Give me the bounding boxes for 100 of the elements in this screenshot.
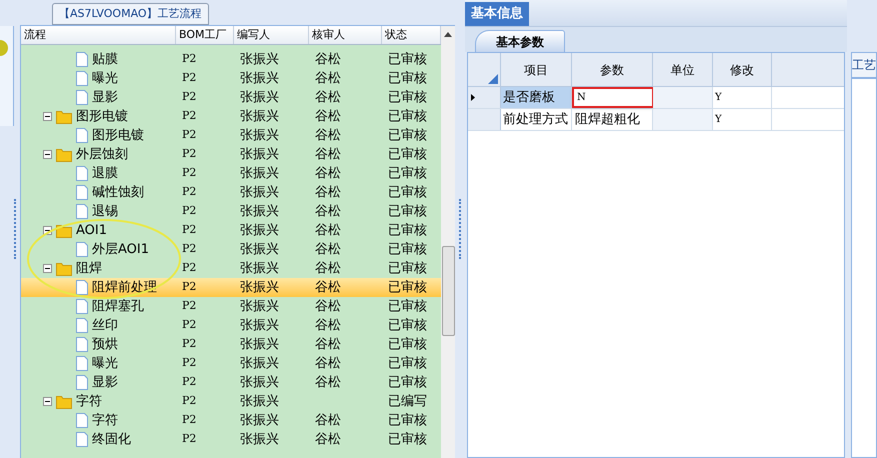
table-cell-text: 张振兴 bbox=[239, 412, 280, 430]
table-cell-text: 张振兴 bbox=[239, 126, 280, 145]
table-cell-text: P2 bbox=[181, 355, 198, 372]
tree-row[interactable]: 阻焊塞孔 P2 张振兴 谷松 已审核 bbox=[21, 297, 441, 316]
table-cell-text: P2 bbox=[181, 412, 198, 428]
table-cell-text: P2 bbox=[181, 279, 198, 296]
table-cell-text: 张振兴 bbox=[239, 374, 280, 392]
table-cell-text: P2 bbox=[181, 336, 198, 352]
file-icon bbox=[76, 318, 88, 333]
column-header[interactable]: 流程 bbox=[21, 26, 176, 44]
table-cell-text: P2 bbox=[181, 108, 198, 124]
minus-icon[interactable] bbox=[43, 264, 52, 273]
table-cell-text: 已审核 bbox=[387, 222, 428, 240]
tree-label: 外层蚀刻 bbox=[76, 146, 128, 164]
tree-label: 贴膜 bbox=[92, 50, 118, 69]
file-icon bbox=[76, 356, 88, 371]
tree-row[interactable]: 曝光 P2 张振兴 谷松 已审核 bbox=[21, 69, 441, 88]
table-cell-text: 谷松 bbox=[314, 70, 342, 88]
file-icon bbox=[76, 432, 88, 447]
column-header[interactable]: BOM工厂 bbox=[176, 26, 234, 44]
table-cell-text: 已审核 bbox=[387, 260, 428, 278]
table-cell-text: 谷松 bbox=[314, 126, 342, 145]
tree-row[interactable]: 终固化 P2 张振兴 谷松 已审核 bbox=[21, 430, 441, 449]
tree-label: 终固化 bbox=[92, 430, 131, 449]
minus-icon[interactable] bbox=[43, 150, 52, 159]
file-icon bbox=[76, 128, 88, 143]
table-cell-text: 已审核 bbox=[387, 146, 428, 164]
tree-row[interactable]: 贴膜 P2 张振兴 谷松 已审核 bbox=[21, 50, 441, 69]
panel-tab[interactable]: 【AS7LVOOMAO】工艺流程 bbox=[52, 3, 209, 25]
tree-row[interactable]: 图形电镀 P2 张振兴 谷松 已审核 bbox=[21, 107, 441, 126]
splitter-handle[interactable] bbox=[14, 199, 17, 259]
tree-row[interactable]: 外层蚀刻 P2 张振兴 谷松 已审核 bbox=[21, 145, 441, 164]
tree-row[interactable]: AOI1 P2 张振兴 谷松 已审核 bbox=[21, 221, 441, 240]
table-cell: Y bbox=[713, 87, 772, 108]
row-header[interactable] bbox=[468, 87, 501, 108]
param-tab[interactable]: 基本参数 bbox=[475, 30, 565, 52]
scrollbar[interactable] bbox=[441, 26, 455, 458]
table-cell-text: 张振兴 bbox=[239, 336, 280, 354]
tree-row[interactable]: 丝印 P2 张振兴 谷松 已审核 bbox=[21, 316, 441, 335]
column-header[interactable]: 核审人 bbox=[309, 26, 382, 44]
tree-row[interactable]: 外层AOI1 P2 张振兴 谷松 已审核 bbox=[21, 240, 441, 259]
table-cell-text: 张振兴 bbox=[239, 260, 280, 278]
tree-row[interactable]: 退膜 P2 张振兴 谷松 已审核 bbox=[21, 164, 441, 183]
tree-row[interactable]: 碱性蚀刻 P2 张振兴 谷松 已审核 bbox=[21, 183, 441, 202]
table-cell-text: P2 bbox=[181, 222, 198, 238]
table-cell-text: 已审核 bbox=[387, 298, 428, 316]
info-tab[interactable]: 基本信息 bbox=[465, 2, 529, 26]
tree-row[interactable]: 图形电镀 P2 张振兴 谷松 已审核 bbox=[21, 126, 441, 145]
table-cell-text: 已审核 bbox=[387, 70, 428, 88]
table-cell[interactable]: N bbox=[572, 87, 653, 108]
tree-label: 曝光 bbox=[92, 354, 118, 373]
tree-row[interactable]: 阻焊 P2 张振兴 谷松 已审核 bbox=[21, 259, 441, 278]
minus-icon[interactable] bbox=[43, 397, 52, 406]
scroll-up-icon[interactable] bbox=[444, 32, 452, 37]
table-cell-text: 已审核 bbox=[387, 164, 428, 183]
tree-label: 图形电镀 bbox=[76, 108, 128, 126]
table-cell-text: 谷松 bbox=[314, 146, 342, 164]
file-icon bbox=[76, 299, 88, 314]
table-cell-text: 张振兴 bbox=[239, 278, 280, 297]
column-header[interactable]: 单位 bbox=[653, 53, 713, 86]
file-icon bbox=[76, 204, 88, 219]
file-icon bbox=[76, 337, 88, 352]
table-cell-text: 已审核 bbox=[387, 316, 428, 335]
column-header[interactable]: 编写人 bbox=[234, 26, 309, 44]
tree-row[interactable]: 字符 P2 张振兴 谷松 已审核 bbox=[21, 411, 441, 430]
tree-label: 丝印 bbox=[92, 316, 118, 335]
tree-label: 阻焊 bbox=[76, 260, 102, 278]
file-icon bbox=[76, 375, 88, 390]
table-cell: 是否磨板 bbox=[501, 87, 572, 108]
tree-row[interactable]: 显影 P2 张振兴 谷松 已审核 bbox=[21, 88, 441, 107]
tree-row[interactable]: 字符 P2 张振兴 已编写 bbox=[21, 392, 441, 411]
table-cell-text: 谷松 bbox=[314, 430, 342, 449]
tree-row[interactable]: 预烘 P2 张振兴 谷松 已审核 bbox=[21, 335, 441, 354]
table-cell-text: 已审核 bbox=[387, 126, 428, 145]
table-cell-text: 谷松 bbox=[314, 412, 342, 430]
table-cell-text: 谷松 bbox=[314, 336, 342, 354]
table-cell-text: 张振兴 bbox=[239, 184, 280, 202]
table-cell-text: 谷松 bbox=[314, 164, 342, 183]
table-cell-text: P2 bbox=[181, 51, 198, 68]
table-cell-text: 已审核 bbox=[387, 184, 428, 202]
table-cell-text: P2 bbox=[181, 317, 198, 334]
tree-label: 外层AOI1 bbox=[92, 240, 150, 259]
table-cell-text: 已审核 bbox=[387, 88, 428, 107]
table-cell-text: 已审核 bbox=[387, 336, 428, 354]
scrollbar-thumb[interactable] bbox=[442, 246, 454, 336]
column-header[interactable]: 项目 bbox=[501, 53, 572, 86]
minus-icon[interactable] bbox=[43, 112, 52, 121]
tree-row[interactable]: 曝光 P2 张振兴 谷松 已审核 bbox=[21, 354, 441, 373]
tree-label: 碱性蚀刻 bbox=[92, 184, 144, 202]
tree-label: 字符 bbox=[92, 412, 118, 430]
folder-icon bbox=[56, 394, 72, 408]
splitter-handle[interactable] bbox=[458, 199, 462, 259]
column-header[interactable]: 修改 bbox=[713, 53, 772, 86]
column-header[interactable]: 参数 bbox=[572, 53, 653, 86]
file-icon bbox=[76, 71, 88, 86]
tree-row[interactable]: 显影 P2 张振兴 谷松 已审核 bbox=[21, 373, 441, 392]
folder-icon bbox=[56, 148, 72, 162]
tree-label: 退锡 bbox=[92, 202, 118, 221]
file-icon bbox=[76, 242, 88, 257]
tree-row[interactable]: 退锡 P2 张振兴 谷松 已审核 bbox=[21, 202, 441, 221]
